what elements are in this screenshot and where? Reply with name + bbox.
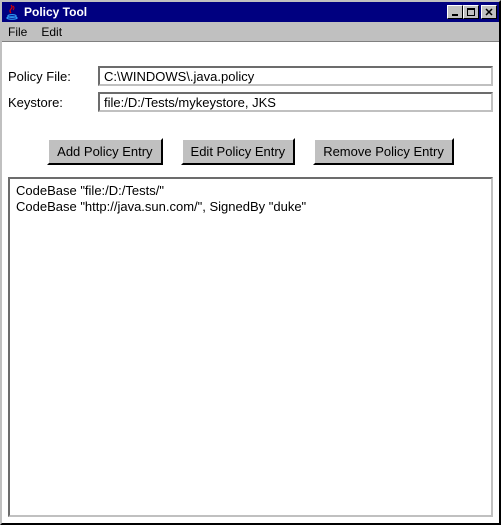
form-area: Policy File: C:\WINDOWS\.java.policy Key… [8,66,493,118]
keystore-row: Keystore: file:/D:/Tests/mykeystore, JKS [8,92,493,112]
window-title: Policy Tool [24,5,447,19]
client-area: Policy File: C:\WINDOWS\.java.policy Key… [2,42,499,523]
keystore-value: file:/D:/Tests/mykeystore, JKS [104,95,276,110]
menubar: File Edit [2,22,499,42]
window-frame: Policy Tool File Edit Policy File: C:\WI… [0,0,501,525]
policy-file-value: C:\WINDOWS\.java.policy [104,69,254,84]
list-item[interactable]: CodeBase "http://java.sun.com/", SignedB… [16,199,485,215]
keystore-field[interactable]: file:/D:/Tests/mykeystore, JKS [98,92,493,112]
close-button[interactable] [481,5,497,19]
java-cup-icon [4,4,20,20]
maximize-button[interactable] [463,5,479,19]
policy-file-field[interactable]: C:\WINDOWS\.java.policy [98,66,493,86]
policy-file-label: Policy File: [8,69,98,84]
edit-policy-entry-button[interactable]: Edit Policy Entry [181,138,296,165]
policy-file-row: Policy File: C:\WINDOWS\.java.policy [8,66,493,86]
policy-entry-list[interactable]: CodeBase "file:/D:/Tests/" CodeBase "htt… [8,177,493,517]
add-policy-entry-button[interactable]: Add Policy Entry [47,138,162,165]
menu-file[interactable]: File [8,25,27,39]
window-controls [447,5,497,19]
button-row: Add Policy Entry Edit Policy Entry Remov… [8,138,493,165]
keystore-label: Keystore: [8,95,98,110]
remove-policy-entry-button[interactable]: Remove Policy Entry [313,138,454,165]
list-item[interactable]: CodeBase "file:/D:/Tests/" [16,183,485,199]
menu-edit[interactable]: Edit [41,25,62,39]
minimize-button[interactable] [447,5,463,19]
titlebar: Policy Tool [2,2,499,22]
